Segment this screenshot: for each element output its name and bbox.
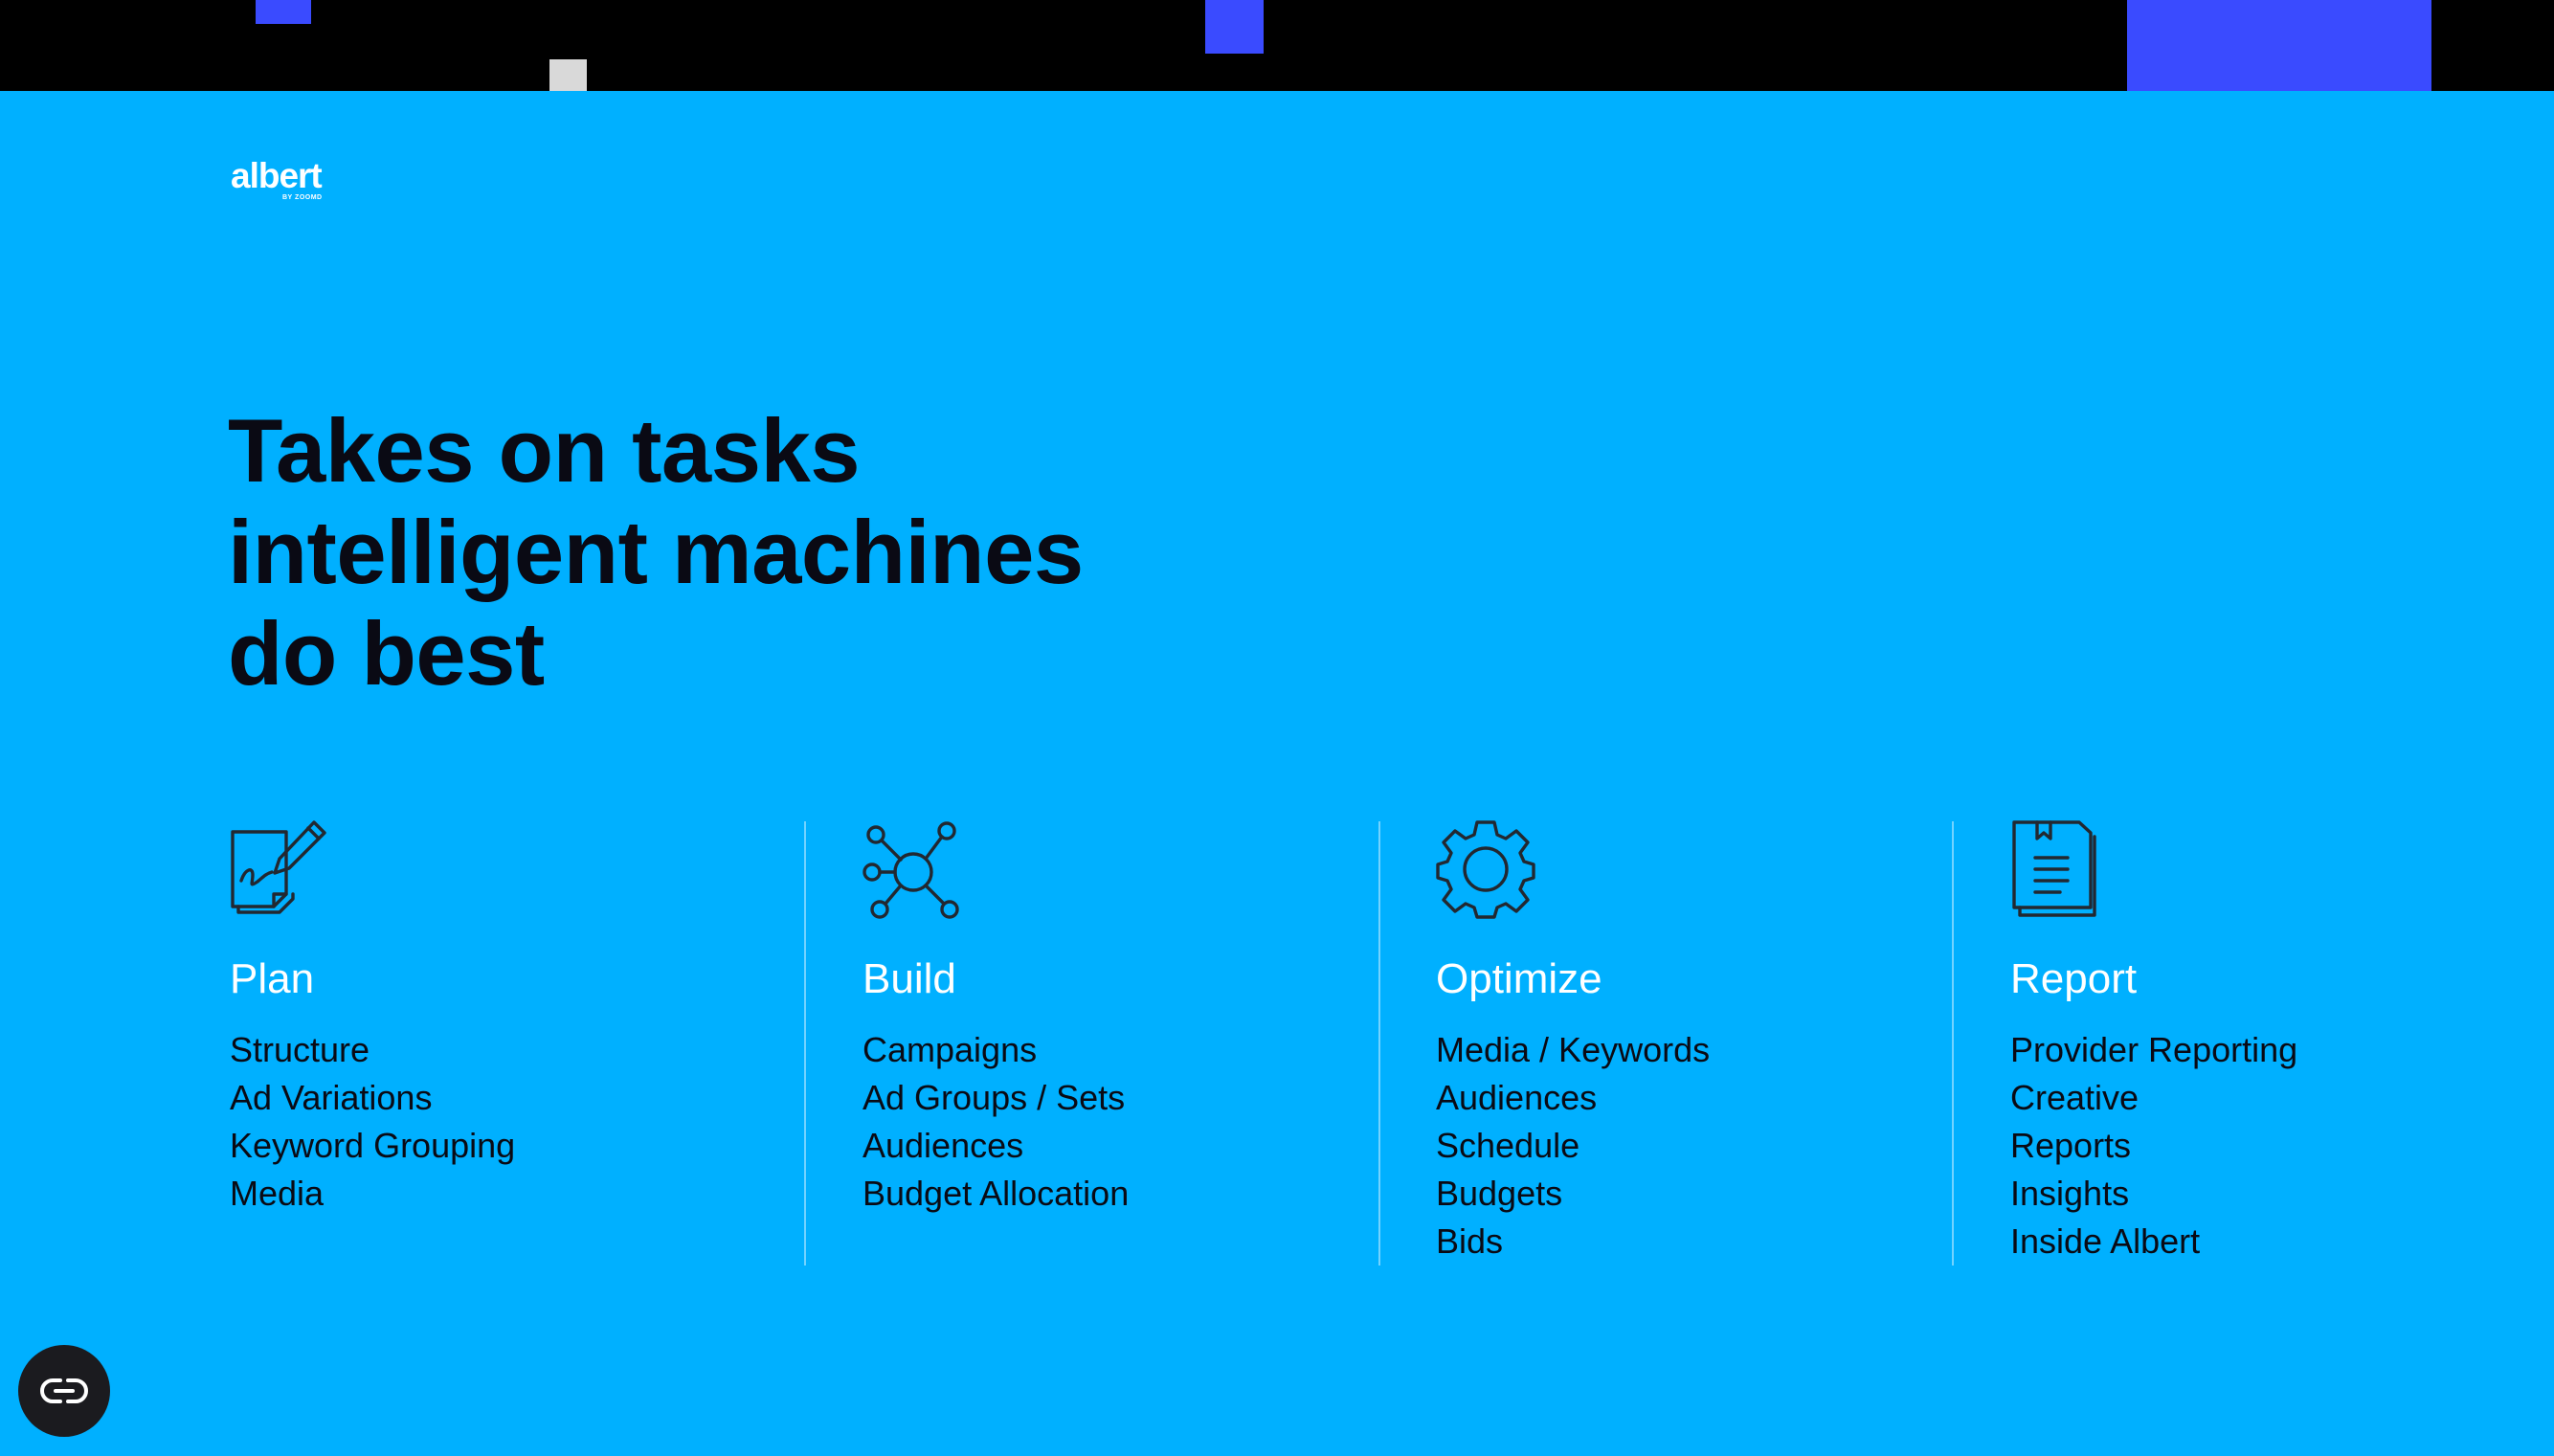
- decor-block-blue: [2127, 0, 2431, 91]
- decor-square-blue-1: [256, 0, 311, 24]
- list-item: Audiences: [863, 1126, 1024, 1165]
- list-item: Inside Albert: [2010, 1221, 2201, 1261]
- column-title-plan: Plan: [230, 955, 315, 1002]
- list-item: Audiences: [1436, 1078, 1598, 1117]
- column-list-optimize: Media / Keywords Audiences Schedule Budg…: [1436, 1026, 1710, 1266]
- floating-link-button[interactable]: [18, 1345, 110, 1437]
- gear-icon: [1436, 820, 1535, 919]
- slide: albert BY ZOOMD Takes on tasks intellige…: [0, 0, 2554, 1456]
- logo-word: albert: [231, 156, 323, 195]
- list-item: Budgets: [1436, 1174, 1563, 1213]
- column-plan: Plan Structure Ad Variations Keyword Gro…: [230, 819, 515, 1213]
- list-item: Bids: [1436, 1221, 1504, 1261]
- headline-line-1: Takes on tasks: [228, 400, 861, 501]
- column-optimize: Optimize Media / Keywords Audiences Sche…: [1436, 819, 1710, 1261]
- list-item: Schedule: [1436, 1126, 1580, 1165]
- list-item: Ad Variations: [230, 1078, 433, 1117]
- list-item: Media: [230, 1174, 325, 1213]
- list-item: Keyword Grouping: [230, 1126, 516, 1165]
- list-item: Provider Reporting: [2010, 1030, 2298, 1069]
- column-title-build: Build: [863, 955, 956, 1002]
- column-title-optimize: Optimize: [1436, 955, 1602, 1002]
- column-list-build: Campaigns Ad Groups / Sets Audiences Bud…: [863, 1026, 1129, 1218]
- column-divider: [1952, 821, 1954, 1266]
- page-title: Takes on tasks intelligent machines do b…: [228, 400, 1424, 705]
- list-item: Creative: [2010, 1078, 2140, 1117]
- headline-line-3: do best: [228, 603, 545, 704]
- list-item: Insights: [2010, 1174, 2130, 1213]
- list-item: Structure: [230, 1030, 370, 1069]
- decor-square-grey: [549, 59, 587, 91]
- column-divider: [804, 821, 806, 1266]
- link-icon: [40, 1378, 88, 1403]
- column-list-plan: Structure Ad Variations Keyword Grouping…: [230, 1026, 515, 1218]
- column-build: Build Campaigns Ad Groups / Sets Audienc…: [863, 819, 1129, 1213]
- logo-tagline: BY ZOOMD: [282, 194, 323, 201]
- list-item: Media / Keywords: [1436, 1030, 1711, 1069]
- column-list-report: Provider Reporting Creative Reports Insi…: [2010, 1026, 2297, 1266]
- headline-line-2: intelligent machines: [228, 502, 1084, 602]
- edit-document-icon: [231, 820, 326, 914]
- column-title-report: Report: [2010, 955, 2138, 1002]
- column-report: Report Provider Reporting Creative Repor…: [2010, 819, 2297, 1261]
- list-item: Campaigns: [863, 1030, 1038, 1069]
- report-document-icon: [2012, 820, 2096, 917]
- decor-square-blue-2: [1205, 0, 1264, 54]
- list-item: Reports: [2010, 1126, 2132, 1165]
- list-item: Budget Allocation: [863, 1174, 1130, 1213]
- column-divider: [1378, 821, 1380, 1266]
- network-icon: [863, 821, 959, 919]
- list-item: Ad Groups / Sets: [863, 1078, 1126, 1117]
- albert-logo: albert BY ZOOMD: [231, 158, 323, 201]
